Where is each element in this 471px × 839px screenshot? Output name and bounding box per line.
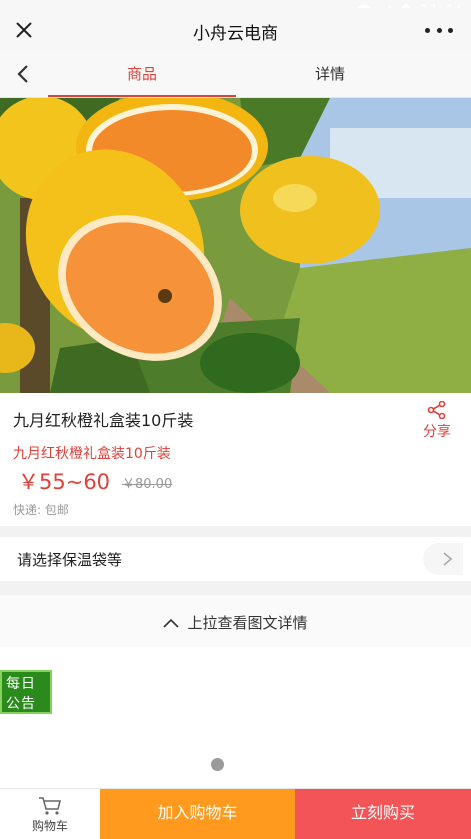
option-arrow-button[interactable] [423, 543, 463, 575]
original-price: ￥80.00 [122, 477, 173, 492]
pull-up-label: 上拉查看图文详情 [187, 614, 308, 632]
title-bar: 小舟云电商 [0, 8, 471, 52]
daily-notice-button[interactable]: 每日 公告 [0, 670, 52, 714]
chevron-up-icon [163, 618, 180, 628]
product-title: 九月红秋橙礼盒装10斤装 [13, 411, 194, 430]
scroll-indicator [211, 758, 224, 771]
cart-label: 购物车 [31, 819, 68, 833]
more-dot-icon [448, 27, 453, 33]
notice-line-2: 公告 [6, 696, 36, 712]
buy-now-button[interactable]: 立刻购买 [295, 789, 471, 839]
option-selector[interactable]: 请选择保温袋等 [0, 537, 471, 581]
tab-details[interactable]: 详情 [236, 52, 424, 97]
share-icon [427, 401, 446, 419]
product-image-carousel[interactable] [0, 98, 471, 393]
more-dot-icon [425, 27, 430, 33]
shipping-info: 快递: 包邮 [13, 503, 69, 517]
tab-bar: 商品 详情 [0, 52, 471, 98]
product-price: ￥55~60 [18, 470, 111, 494]
page-title: 小舟云电商 [193, 24, 278, 44]
product-image [0, 98, 471, 393]
notice-line-1: 每日 [6, 676, 36, 692]
more-options-button[interactable] [425, 20, 453, 40]
bottom-action-bar: 购物车 加入购物车 立刻购买 [0, 788, 471, 839]
more-dot-icon [436, 27, 442, 33]
share-button[interactable]: 分享 [419, 401, 455, 441]
share-label: 分享 [423, 424, 451, 440]
detail-content: 每日 公告 [0, 647, 471, 788]
add-to-cart-button[interactable]: 加入购物车 [100, 789, 295, 839]
cart-icon [39, 797, 61, 815]
product-subtitle: 九月红秋橙礼盒装10斤装 [13, 446, 171, 462]
back-arrow-icon[interactable] [12, 62, 36, 86]
cart-button[interactable]: 购物车 [0, 789, 100, 839]
option-label: 请选择保温袋等 [17, 551, 123, 569]
pull-up-details-hint[interactable]: 上拉查看图文详情 [0, 595, 471, 647]
chevron-right-icon [443, 552, 453, 566]
product-info: 九月红秋橙礼盒装10斤装 分享 九月红秋橙礼盒装10斤装 ￥55~60 ￥80.… [0, 393, 471, 526]
tab-goods[interactable]: 商品 [48, 52, 236, 97]
